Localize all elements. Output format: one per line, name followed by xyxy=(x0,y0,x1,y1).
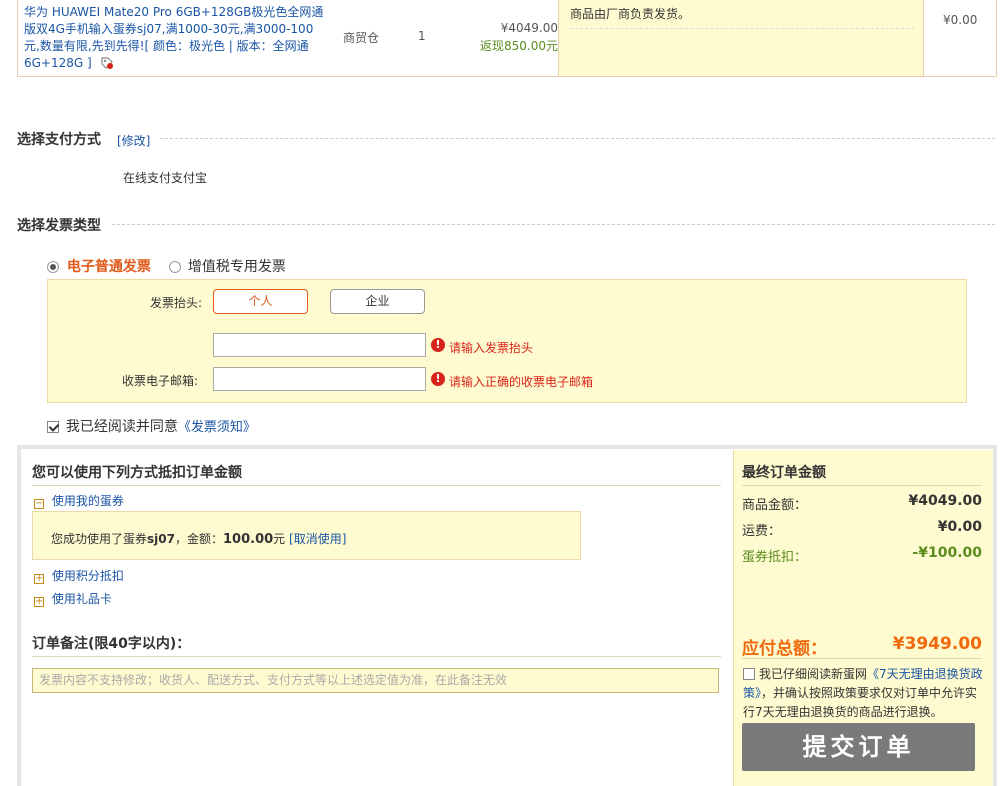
coupon-deduct-label: 蛋券抵扣： xyxy=(742,550,808,565)
use-points-label: 使用积分抵扣 xyxy=(51,569,124,583)
discount-title: 您可以使用下列方式抵扣订单金额 xyxy=(32,465,242,481)
invoice-notice-link[interactable]: 《发票须知》 xyxy=(178,420,256,435)
collapse-icon: − xyxy=(34,498,44,509)
payment-modify-link[interactable]: [修改] xyxy=(117,132,150,149)
expand-icon: + xyxy=(34,573,44,584)
submit-order-button[interactable]: 提交订单 xyxy=(742,723,975,771)
remark-divider xyxy=(32,656,721,657)
invoice-type-electronic[interactable]: 电子普通发票 xyxy=(47,256,151,276)
unit-price: ¥4049.00 xyxy=(500,21,558,35)
product-row: 华为 HUAWEI Mate20 Pro 6GB+128GB极光色全网通版双4G… xyxy=(17,0,997,77)
payment-section-title: 选择支付方式 xyxy=(17,132,101,148)
product-name[interactable]: 华为 HUAWEI Mate20 Pro 6GB+128GB极光色全网通版双4G… xyxy=(24,4,324,72)
return-policy: 我已仔细阅读新蛋网《7天无理由退换货政策》，并确认按照政策要求仅对订单中允许实行… xyxy=(743,665,985,722)
cashback: 返现850.00元 xyxy=(480,39,558,53)
coupon-msg-amount-label: ，金额： xyxy=(174,532,223,546)
row-subtotal: ¥0.00 xyxy=(943,13,978,27)
invoice-section-title: 选择发票类型 xyxy=(17,218,101,234)
invoice-type-vat[interactable]: 增值税专用发票 xyxy=(169,256,286,276)
total-label: 应付总额： xyxy=(742,639,827,659)
payment-divider xyxy=(160,138,995,139)
use-coupon-label: 使用我的蛋券 xyxy=(51,494,124,508)
discount-divider xyxy=(32,485,721,486)
use-points-toggle[interactable]: + 使用积分抵扣 xyxy=(34,567,124,584)
shipping-note: 商品由厂商负责发货。 xyxy=(570,5,914,29)
invoice-agree-text: 我已经阅读并同意 xyxy=(65,419,178,435)
coupon-tag-icon xyxy=(100,56,114,70)
radio-vat[interactable] xyxy=(169,261,181,273)
invoice-email-label: 收票电子邮箱: xyxy=(122,374,199,388)
policy-agree-checkbox[interactable] xyxy=(743,668,755,680)
coupon-amount: 100.00 xyxy=(223,532,274,547)
invoice-type-vat-label: 增值税专用发票 xyxy=(187,259,286,275)
policy-prefix: 我已仔细阅读新蛋网 xyxy=(759,667,868,681)
coupon-deduct-value: -¥100.00 xyxy=(912,545,982,561)
remark-input[interactable]: 发票内容不支持修改；收货人、配送方式、支付方式等以上述选定值为准，在此备注无效 xyxy=(32,668,719,693)
goods-amount-value: ¥4049.00 xyxy=(908,493,982,509)
coupon-applied-message: 您成功使用了蛋券sj07，金额：100.00元 [取消使用] xyxy=(51,530,346,547)
remark-title: 订单备注(限40字以内)： xyxy=(32,636,191,652)
total-value: ¥3949.00 xyxy=(892,634,982,654)
expand-icon: + xyxy=(34,596,44,607)
invoice-divider xyxy=(112,224,995,225)
invoice-header-label: 发票抬头: xyxy=(150,296,203,310)
payment-method: 在线支付支付宝 xyxy=(123,171,208,185)
policy-suffix: ，并确认按照政策要求仅对订单中允许实行7天无理由退换货的商品进行退换。 xyxy=(743,686,978,719)
invoice-type-electronic-label: 电子普通发票 xyxy=(66,259,151,275)
error-icon: ! xyxy=(431,338,445,352)
shipping-value: ¥0.00 xyxy=(937,519,982,535)
warehouse: 商贸仓 xyxy=(343,31,380,45)
invoice-agree-checkbox[interactable] xyxy=(47,421,59,433)
goods-amount-label: 商品金额： xyxy=(742,498,808,513)
cancel-coupon-link[interactable]: [取消使用] xyxy=(289,532,346,546)
summary-title: 最终订单金额 xyxy=(742,465,826,481)
shipping-label: 运费： xyxy=(742,524,782,539)
total-divider xyxy=(742,658,982,659)
use-giftcard-toggle[interactable]: + 使用礼品卡 xyxy=(34,590,112,607)
shipping-note-cell: 商品由厂商负责发货。 xyxy=(558,0,924,76)
coupon-applied-box: 您成功使用了蛋券sj07，金额：100.00元 [取消使用] xyxy=(32,511,581,560)
invoice-email-error: 请输入正确的收票电子邮箱 xyxy=(449,375,594,389)
summary-divider xyxy=(742,485,982,486)
coupon-code: sj07 xyxy=(147,532,175,546)
error-icon: ! xyxy=(431,372,445,386)
use-coupon-toggle[interactable]: − 使用我的蛋券 xyxy=(34,492,124,509)
invoice-personal-button[interactable]: 个人 xyxy=(213,289,308,314)
coupon-msg-prefix: 您成功使用了蛋券 xyxy=(51,532,148,546)
invoice-company-button[interactable]: 企业 xyxy=(330,289,425,314)
quantity: 1 xyxy=(418,29,426,43)
invoice-agree-row: 我已经阅读并同意《发票须知》 xyxy=(47,416,256,436)
invoice-header-error: 请输入发票抬头 xyxy=(449,341,534,355)
invoice-email-input[interactable] xyxy=(213,367,426,391)
coupon-unit: 元 xyxy=(273,532,286,546)
radio-electronic[interactable] xyxy=(47,261,59,273)
invoice-header-input[interactable] xyxy=(213,333,426,357)
use-giftcard-label: 使用礼品卡 xyxy=(51,592,112,606)
